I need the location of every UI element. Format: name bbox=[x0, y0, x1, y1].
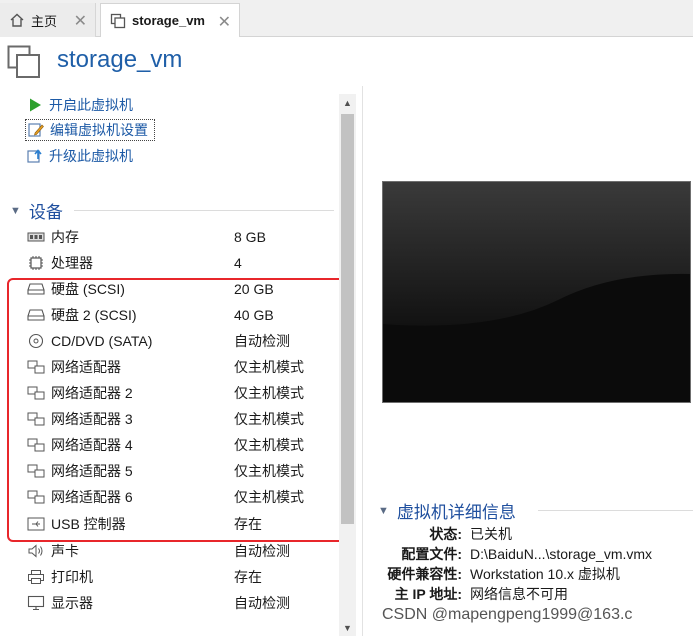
detail-key: 状态: bbox=[429, 526, 462, 542]
power-on-vm-link[interactable]: 开启此虚拟机 bbox=[25, 94, 133, 116]
section-divider bbox=[74, 210, 334, 211]
collapse-arrow-icon: ▼ bbox=[378, 504, 389, 517]
home-icon bbox=[8, 11, 26, 29]
device-name: 处理器 bbox=[51, 255, 93, 271]
vm-details-section-header[interactable]: ▼ 虚拟机详细信息 bbox=[378, 498, 693, 523]
highlight-annotation-box bbox=[7, 278, 349, 542]
detail-value: Workstation 10.x 虚拟机 bbox=[470, 566, 620, 582]
detail-key: 硬件兼容性: bbox=[387, 566, 462, 582]
device-row-memory[interactable]: 内存 8 GB bbox=[26, 224, 336, 250]
detail-row-status: 状态: 已关机 bbox=[364, 524, 693, 544]
edit-vm-settings-label: 编辑虚拟机设置 bbox=[50, 122, 148, 138]
section-divider bbox=[538, 510, 693, 511]
devices-section-header[interactable]: ▼ 设备 bbox=[10, 198, 334, 223]
device-value: 自动检测 bbox=[234, 543, 290, 559]
edit-settings-icon bbox=[26, 120, 46, 140]
page-title: storage_vm bbox=[57, 46, 183, 73]
close-icon[interactable]: ✕ bbox=[218, 12, 231, 32]
detail-value: D:\BaiduN...\storage_vm.vmx bbox=[470, 546, 653, 562]
edit-vm-settings-link[interactable]: 编辑虚拟机设置 bbox=[25, 119, 155, 141]
tab-home-label: 主页 bbox=[31, 13, 58, 29]
scroll-down-arrow-icon[interactable]: ▼ bbox=[339, 619, 356, 636]
vm-summary-pane: 开启此虚拟机 编辑虚拟机设置 升级此虚拟机 ▼ 设备 内存 8 GB 处理器 4… bbox=[0, 86, 358, 636]
device-row-printer[interactable]: 打印机 存在 bbox=[26, 564, 336, 590]
vm-screen-thumbnail[interactable] bbox=[382, 181, 691, 403]
speaker-icon bbox=[26, 541, 46, 561]
upgrade-icon bbox=[25, 146, 45, 166]
watermark-text: CSDN @mapengpeng1999@163.c bbox=[382, 606, 633, 623]
detail-key: 配置文件: bbox=[401, 546, 462, 562]
device-name: 显示器 bbox=[51, 595, 93, 611]
device-name: 声卡 bbox=[51, 543, 79, 559]
processor-icon bbox=[26, 253, 46, 273]
vm-details-section-label: 虚拟机详细信息 bbox=[396, 503, 516, 522]
vm-preview-pane: ▼ 虚拟机详细信息 状态: 已关机 配置文件: D:\BaiduN...\sto… bbox=[364, 86, 693, 636]
monitor-icon bbox=[26, 593, 46, 613]
detail-row-config-file: 配置文件: D:\BaiduN...\storage_vm.vmx bbox=[364, 544, 693, 564]
tab-storage-vm[interactable]: storage_vm ✕ bbox=[100, 3, 240, 37]
vm-header: storage_vm bbox=[0, 38, 693, 86]
collapse-arrow-icon: ▼ bbox=[10, 204, 21, 217]
tab-home[interactable]: 主页 ✕ bbox=[0, 3, 96, 37]
detail-value: 已关机 bbox=[470, 526, 512, 542]
detail-value: 网络信息不可用 bbox=[470, 586, 568, 602]
devices-section-label: 设备 bbox=[28, 203, 63, 222]
upgrade-vm-label: 升级此虚拟机 bbox=[49, 148, 133, 164]
power-on-vm-label: 开启此虚拟机 bbox=[49, 97, 133, 113]
memory-icon bbox=[26, 227, 46, 247]
detail-key: 主 IP 地址: bbox=[394, 586, 462, 602]
scroll-up-arrow-icon[interactable]: ▲ bbox=[339, 94, 356, 111]
upgrade-vm-link[interactable]: 升级此虚拟机 bbox=[25, 145, 133, 167]
detail-row-ip-address: 主 IP 地址: 网络信息不可用 bbox=[364, 584, 693, 604]
close-icon[interactable]: ✕ bbox=[74, 11, 87, 31]
device-name: 打印机 bbox=[51, 569, 93, 585]
scrollbar-thumb[interactable] bbox=[341, 114, 354, 524]
play-icon bbox=[25, 95, 45, 115]
printer-icon bbox=[26, 567, 46, 587]
vm-icon bbox=[109, 12, 127, 30]
device-value: 4 bbox=[234, 255, 242, 271]
device-name: 内存 bbox=[51, 229, 79, 245]
detail-row-hardware-compat: 硬件兼容性: Workstation 10.x 虚拟机 bbox=[364, 564, 693, 584]
tab-bar: 主页 ✕ storage_vm ✕ bbox=[0, 0, 693, 37]
device-row-display[interactable]: 显示器 自动检测 bbox=[26, 590, 336, 616]
tab-storage-vm-label: storage_vm bbox=[132, 13, 205, 28]
thumbnail-gloss bbox=[383, 182, 690, 326]
pane-splitter[interactable] bbox=[362, 86, 363, 636]
vertical-scrollbar[interactable]: ▲ ▼ bbox=[339, 94, 356, 636]
device-value: 自动检测 bbox=[234, 595, 290, 611]
device-value: 存在 bbox=[234, 569, 262, 585]
vm-icon bbox=[7, 45, 41, 79]
device-value: 8 GB bbox=[234, 229, 266, 245]
device-row-processor[interactable]: 处理器 4 bbox=[26, 250, 336, 276]
